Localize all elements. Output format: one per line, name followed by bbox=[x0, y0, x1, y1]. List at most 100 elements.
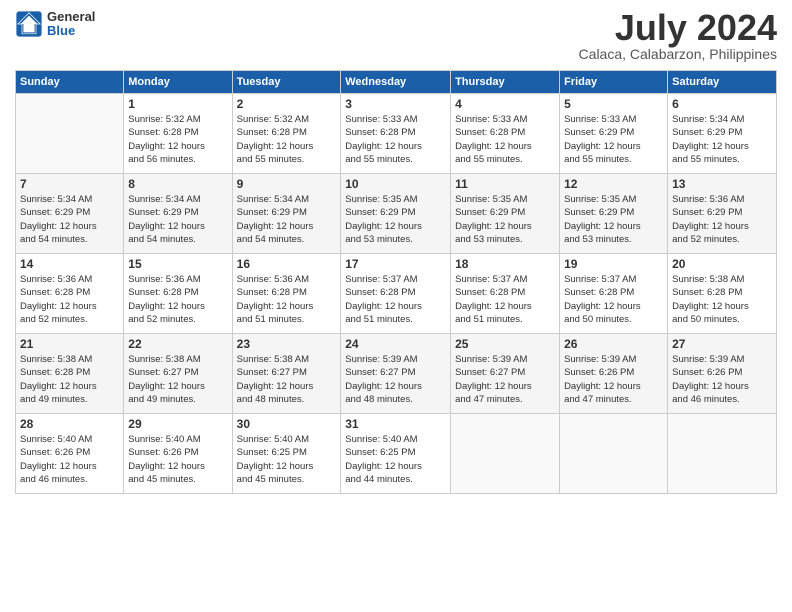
title-section: July 2024 Calaca, Calabarzon, Philippine… bbox=[579, 10, 777, 62]
day-number: 16 bbox=[237, 257, 337, 271]
day-info: Sunrise: 5:34 AM Sunset: 6:29 PM Dayligh… bbox=[672, 113, 772, 166]
day-info: Sunrise: 5:36 AM Sunset: 6:29 PM Dayligh… bbox=[672, 193, 772, 246]
day-number: 15 bbox=[128, 257, 227, 271]
calendar-cell: 19Sunrise: 5:37 AM Sunset: 6:28 PM Dayli… bbox=[560, 254, 668, 334]
day-number: 6 bbox=[672, 97, 772, 111]
day-number: 31 bbox=[345, 417, 446, 431]
header-row: Sunday Monday Tuesday Wednesday Thursday… bbox=[16, 71, 777, 94]
day-number: 29 bbox=[128, 417, 227, 431]
day-info: Sunrise: 5:39 AM Sunset: 6:26 PM Dayligh… bbox=[564, 353, 663, 406]
col-sunday: Sunday bbox=[16, 71, 124, 94]
location-title: Calaca, Calabarzon, Philippines bbox=[579, 46, 777, 62]
day-info: Sunrise: 5:39 AM Sunset: 6:27 PM Dayligh… bbox=[345, 353, 446, 406]
day-number: 14 bbox=[20, 257, 119, 271]
day-info: Sunrise: 5:34 AM Sunset: 6:29 PM Dayligh… bbox=[237, 193, 337, 246]
main-container: General Blue July 2024 Calaca, Calabarzo… bbox=[0, 0, 792, 504]
calendar-cell: 16 Sunrise: 5:36 AM Sunset: 6:28 PM Dayli… bbox=[232, 254, 341, 334]
calendar-cell: 13Sunrise: 5:36 AM Sunset: 6:29 PM Dayli… bbox=[668, 174, 777, 254]
day-number: 21 bbox=[20, 337, 119, 351]
calendar-cell: 18 Sunrise: 5:37 AM Sunset: 6:28 PM Dayli… bbox=[451, 254, 560, 334]
day-info: Sunrise: 5:34 AM Sunset: 6:29 PM Dayligh… bbox=[20, 193, 119, 246]
calendar-week-1: 7 Sunrise: 5:34 AM Sunset: 6:29 PM Daylig… bbox=[16, 174, 777, 254]
day-number: 20 bbox=[672, 257, 772, 271]
col-tuesday: Tuesday bbox=[232, 71, 341, 94]
day-number: 18 bbox=[455, 257, 555, 271]
day-info: Sunrise: 5:33 AM Sunset: 6:29 PM Dayligh… bbox=[564, 113, 663, 166]
day-info: Sunrise: 5:37 AM Sunset: 6:28 PM Dayligh… bbox=[564, 273, 663, 326]
calendar-cell: 8 Sunrise: 5:34 AM Sunset: 6:29 PM Daylig… bbox=[124, 174, 232, 254]
day-info: Sunrise: 5:35 AM Sunset: 6:29 PM Dayligh… bbox=[564, 193, 663, 246]
day-number: 7 bbox=[20, 177, 119, 191]
day-info: Sunrise: 5:39 AM Sunset: 6:27 PM Dayligh… bbox=[455, 353, 555, 406]
calendar-cell bbox=[16, 94, 124, 174]
day-number: 30 bbox=[237, 417, 337, 431]
day-info: Sunrise: 5:40 AM Sunset: 6:26 PM Dayligh… bbox=[128, 433, 227, 486]
day-info: Sunrise: 5:37 AM Sunset: 6:28 PM Dayligh… bbox=[455, 273, 555, 326]
day-number: 5 bbox=[564, 97, 663, 111]
calendar-cell: 10 Sunrise: 5:35 AM Sunset: 6:29 PM Dayli… bbox=[341, 174, 451, 254]
day-number: 26 bbox=[564, 337, 663, 351]
calendar-week-3: 21 Sunrise: 5:38 AM Sunset: 6:28 PM Dayli… bbox=[16, 334, 777, 414]
calendar-cell: 2 Sunrise: 5:32 AM Sunset: 6:28 PM Daylig… bbox=[232, 94, 341, 174]
calendar-cell: 21 Sunrise: 5:38 AM Sunset: 6:28 PM Dayli… bbox=[16, 334, 124, 414]
calendar-cell: 26 Sunrise: 5:39 AM Sunset: 6:26 PM Dayli… bbox=[560, 334, 668, 414]
calendar-cell: 9 Sunrise: 5:34 AM Sunset: 6:29 PM Daylig… bbox=[232, 174, 341, 254]
calendar-cell: 11Sunrise: 5:35 AM Sunset: 6:29 PM Dayli… bbox=[451, 174, 560, 254]
day-info: Sunrise: 5:33 AM Sunset: 6:28 PM Dayligh… bbox=[455, 113, 555, 166]
day-info: Sunrise: 5:32 AM Sunset: 6:28 PM Dayligh… bbox=[237, 113, 337, 166]
month-title: July 2024 bbox=[579, 10, 777, 46]
day-number: 9 bbox=[237, 177, 337, 191]
logo-blue: Blue bbox=[47, 24, 95, 38]
day-info: Sunrise: 5:34 AM Sunset: 6:29 PM Dayligh… bbox=[128, 193, 227, 246]
logo: General Blue bbox=[15, 10, 95, 39]
calendar-cell: 5 Sunrise: 5:33 AM Sunset: 6:29 PM Daylig… bbox=[560, 94, 668, 174]
calendar-cell: 14 Sunrise: 5:36 AM Sunset: 6:28 PM Dayli… bbox=[16, 254, 124, 334]
calendar-cell: 20Sunrise: 5:38 AM Sunset: 6:28 PM Dayli… bbox=[668, 254, 777, 334]
col-monday: Monday bbox=[124, 71, 232, 94]
header: General Blue July 2024 Calaca, Calabarzo… bbox=[15, 10, 777, 62]
day-info: Sunrise: 5:40 AM Sunset: 6:25 PM Dayligh… bbox=[237, 433, 337, 486]
calendar-cell: 12 Sunrise: 5:35 AM Sunset: 6:29 PM Dayli… bbox=[560, 174, 668, 254]
day-number: 25 bbox=[455, 337, 555, 351]
day-number: 4 bbox=[455, 97, 555, 111]
day-number: 17 bbox=[345, 257, 446, 271]
day-number: 28 bbox=[20, 417, 119, 431]
day-info: Sunrise: 5:33 AM Sunset: 6:28 PM Dayligh… bbox=[345, 113, 446, 166]
day-number: 12 bbox=[564, 177, 663, 191]
calendar-table: Sunday Monday Tuesday Wednesday Thursday… bbox=[15, 70, 777, 494]
calendar-cell: 24Sunrise: 5:39 AM Sunset: 6:27 PM Dayli… bbox=[341, 334, 451, 414]
calendar-cell bbox=[560, 414, 668, 494]
day-number: 8 bbox=[128, 177, 227, 191]
day-info: Sunrise: 5:36 AM Sunset: 6:28 PM Dayligh… bbox=[237, 273, 337, 326]
calendar-cell: 6 Sunrise: 5:34 AM Sunset: 6:29 PM Daylig… bbox=[668, 94, 777, 174]
day-info: Sunrise: 5:36 AM Sunset: 6:28 PM Dayligh… bbox=[128, 273, 227, 326]
calendar-cell: 31Sunrise: 5:40 AM Sunset: 6:25 PM Dayli… bbox=[341, 414, 451, 494]
day-info: Sunrise: 5:38 AM Sunset: 6:28 PM Dayligh… bbox=[20, 353, 119, 406]
calendar-week-4: 28 Sunrise: 5:40 AM Sunset: 6:26 PM Dayli… bbox=[16, 414, 777, 494]
day-info: Sunrise: 5:39 AM Sunset: 6:26 PM Dayligh… bbox=[672, 353, 772, 406]
calendar-cell: 4 Sunrise: 5:33 AM Sunset: 6:28 PM Daylig… bbox=[451, 94, 560, 174]
day-number: 2 bbox=[237, 97, 337, 111]
col-saturday: Saturday bbox=[668, 71, 777, 94]
day-info: Sunrise: 5:35 AM Sunset: 6:29 PM Dayligh… bbox=[345, 193, 446, 246]
day-info: Sunrise: 5:37 AM Sunset: 6:28 PM Dayligh… bbox=[345, 273, 446, 326]
logo-text: General Blue bbox=[47, 10, 95, 39]
calendar-cell: 22Sunrise: 5:38 AM Sunset: 6:27 PM Dayli… bbox=[124, 334, 232, 414]
calendar-cell: 30 Sunrise: 5:40 AM Sunset: 6:25 PM Dayli… bbox=[232, 414, 341, 494]
calendar-cell: 27 Sunrise: 5:39 AM Sunset: 6:26 PM Dayli… bbox=[668, 334, 777, 414]
col-wednesday: Wednesday bbox=[341, 71, 451, 94]
day-number: 10 bbox=[345, 177, 446, 191]
calendar-cell: 3Sunrise: 5:33 AM Sunset: 6:28 PM Daylig… bbox=[341, 94, 451, 174]
day-number: 1 bbox=[128, 97, 227, 111]
calendar-cell: 17 Sunrise: 5:37 AM Sunset: 6:28 PM Dayli… bbox=[341, 254, 451, 334]
logo-icon bbox=[15, 10, 43, 38]
day-info: Sunrise: 5:38 AM Sunset: 6:27 PM Dayligh… bbox=[237, 353, 337, 406]
day-info: Sunrise: 5:36 AM Sunset: 6:28 PM Dayligh… bbox=[20, 273, 119, 326]
calendar-cell: 25 Sunrise: 5:39 AM Sunset: 6:27 PM Dayli… bbox=[451, 334, 560, 414]
calendar-week-2: 14 Sunrise: 5:36 AM Sunset: 6:28 PM Dayli… bbox=[16, 254, 777, 334]
day-number: 27 bbox=[672, 337, 772, 351]
calendar-week-0: 1 Sunrise: 5:32 AM Sunset: 6:28 PM Daylig… bbox=[16, 94, 777, 174]
day-number: 23 bbox=[237, 337, 337, 351]
day-number: 22 bbox=[128, 337, 227, 351]
calendar-cell bbox=[668, 414, 777, 494]
